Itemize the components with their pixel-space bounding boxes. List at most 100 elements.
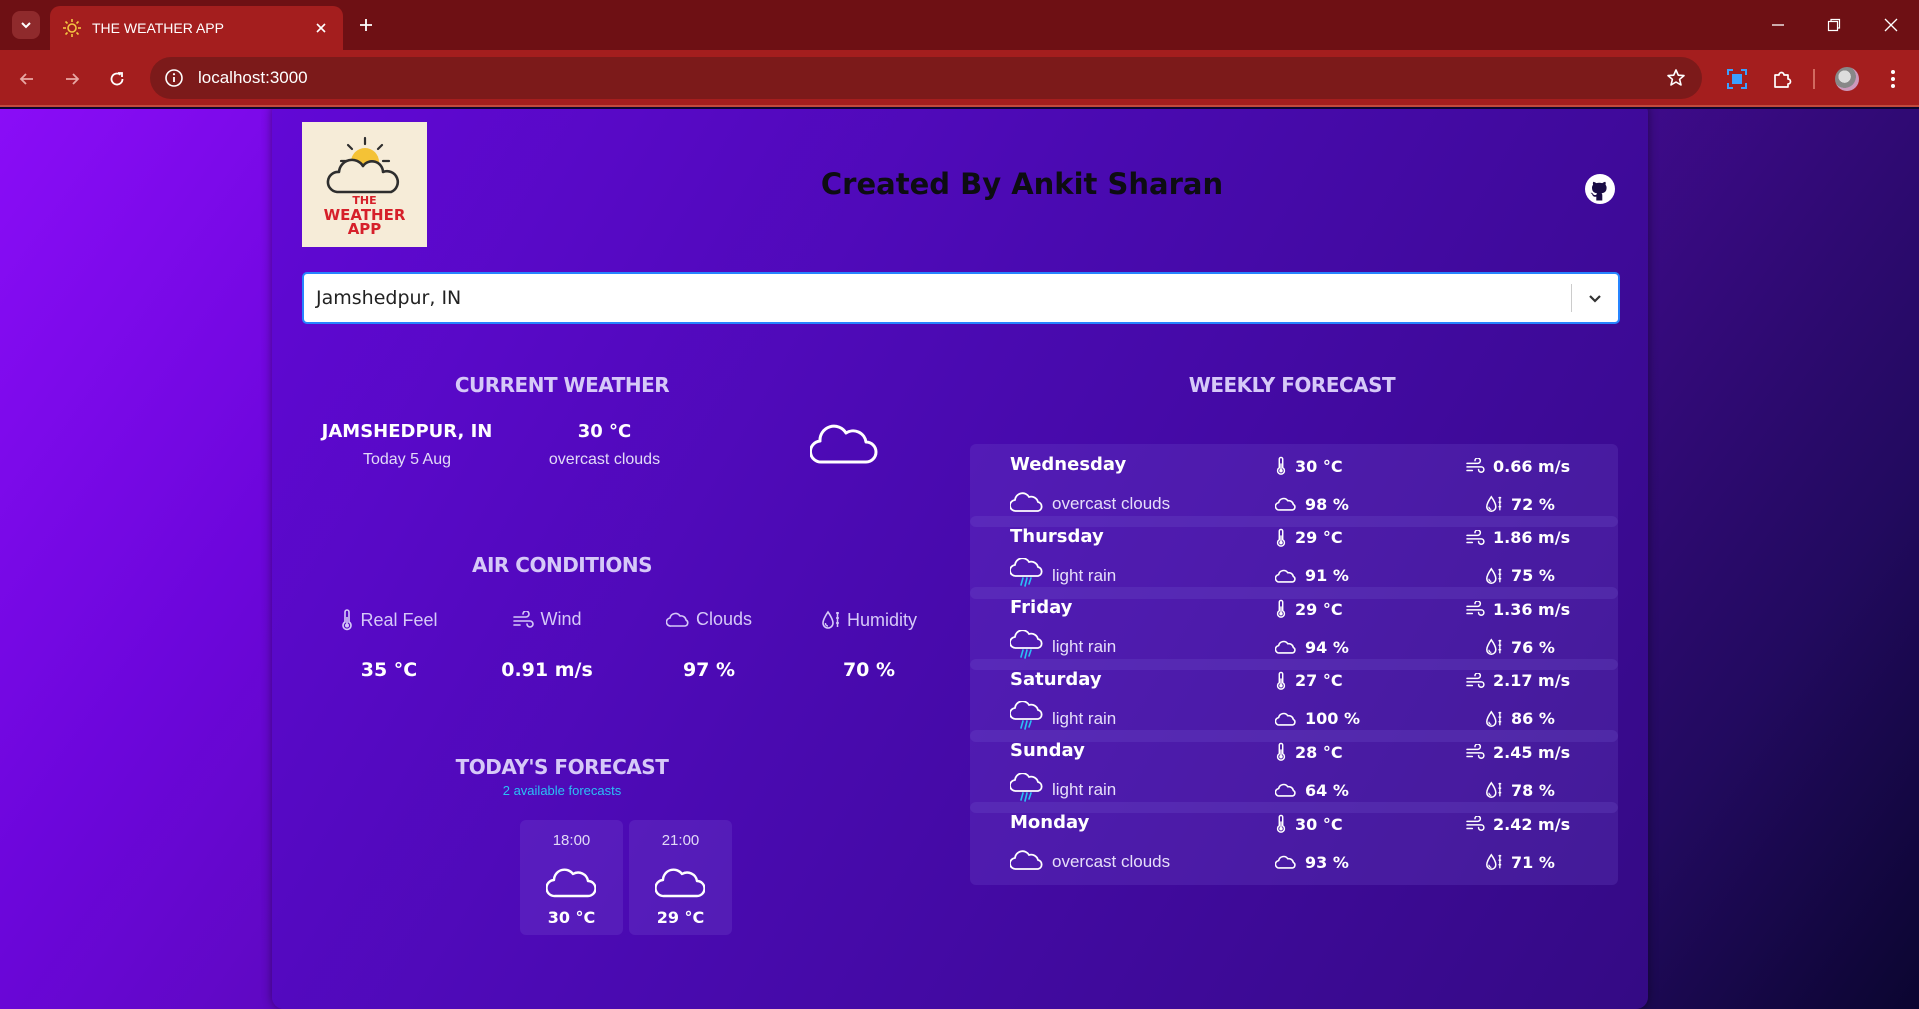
- clouds-label: Clouds: [695, 609, 753, 629]
- weather-card: THE WEATHER APP Created By Ankit Sharan …: [272, 109, 1648, 1009]
- air-item-wind: Wind: [472, 609, 622, 630]
- wind-icon: [1466, 672, 1485, 688]
- toolbar-divider: [1813, 69, 1815, 89]
- github-link[interactable]: [1584, 173, 1616, 205]
- forecast-wind: 2.45 m/s: [1465, 740, 1570, 764]
- wind-icon: [1466, 529, 1485, 545]
- forecast-wind-value: 2.42 m/s: [1493, 814, 1571, 834]
- forecast-wind-value: 2.17 m/s: [1493, 671, 1571, 691]
- hourly-temperature: 29 °C: [656, 908, 705, 927]
- current-description: overcast clouds: [548, 451, 661, 468]
- cloud-icon: [655, 862, 705, 900]
- forecast-condition: light rain: [1009, 700, 1116, 733]
- restore-icon: [1827, 18, 1841, 32]
- forecast-temp: 30 °C: [1275, 454, 1343, 478]
- forecast-temp-value: 30 °C: [1295, 456, 1343, 476]
- forecast-condition: light rain: [1009, 772, 1117, 804]
- site-info-icon[interactable]: [164, 68, 184, 88]
- thermometer-icon: [1276, 743, 1286, 762]
- current-city: JAMSHEDPUR, IN: [321, 421, 493, 442]
- forecast-condition: light rain: [1009, 557, 1116, 590]
- humidity-icon: [1486, 710, 1502, 727]
- bookmark-star-icon[interactable]: [1666, 68, 1686, 88]
- profile-avatar[interactable]: [1834, 66, 1860, 92]
- forecast-wind: 2.17 m/s: [1465, 669, 1570, 693]
- tab-search-button[interactable]: [12, 11, 40, 39]
- humidity-icon: [822, 610, 839, 629]
- chevron-down-icon: [21, 22, 31, 29]
- forecast-description: overcast clouds: [1052, 494, 1171, 513]
- wind-icon: [1466, 744, 1485, 760]
- clouds-value: 97 %: [682, 659, 736, 681]
- cloud-icon: [1009, 490, 1044, 519]
- current-date: Today 5 Aug: [362, 451, 452, 468]
- creator-heading: Created By Ankit Sharan: [820, 167, 1224, 201]
- weekly-forecast-row: Monday overcast clouds 30 °C 93 % 2.42 m…: [970, 802, 1618, 885]
- hourly-time: 18:00: [552, 832, 591, 849]
- forecast-clouds: 98 %: [1275, 492, 1349, 516]
- forecast-wind-value: 2.45 m/s: [1493, 742, 1571, 762]
- arrow-right-icon: [66, 73, 80, 85]
- forecast-humidity-value: 72 %: [1511, 494, 1555, 514]
- forecast-day-name: Sunday: [1010, 740, 1085, 762]
- browser-tab[interactable]: THE WEATHER APP: [50, 6, 343, 50]
- kebab-menu-icon: [1891, 70, 1895, 88]
- forecast-humidity: 86 %: [1485, 707, 1555, 731]
- forecast-day-name: Wednesday: [1010, 454, 1127, 475]
- chevron-down-icon: [1589, 295, 1601, 303]
- hourly-temperature: 30 °C: [547, 908, 596, 927]
- thermometer-icon: [1276, 528, 1286, 547]
- restore-button[interactable]: [1819, 10, 1849, 40]
- cloud-icon: [1275, 712, 1296, 726]
- url-text: localhost:3000: [198, 68, 308, 87]
- city-search-input[interactable]: Jamshedpur, IN: [304, 287, 1571, 309]
- forecast-clouds: 94 %: [1275, 635, 1349, 659]
- forecast-temp-value: 28 °C: [1295, 742, 1343, 762]
- close-window-button[interactable]: [1876, 10, 1906, 40]
- reload-button[interactable]: [102, 64, 132, 94]
- sun-favicon-icon: [62, 18, 82, 38]
- cloud-icon: [1009, 848, 1044, 877]
- forecast-clouds-value: 100 %: [1305, 709, 1360, 729]
- forecast-wind: 1.86 m/s: [1465, 526, 1570, 550]
- extensions-puzzle-icon[interactable]: [1769, 66, 1795, 92]
- humidity-icon: [1486, 638, 1502, 656]
- new-tab-button[interactable]: [352, 11, 380, 39]
- page-background: THE WEATHER APP Created By Ankit Sharan …: [0, 109, 1919, 1009]
- air-item-humidity: Humidity: [794, 609, 944, 631]
- address-bar[interactable]: localhost:3000: [150, 57, 1702, 99]
- browser-menu-button[interactable]: [1880, 66, 1906, 92]
- logo-text: THE WEATHER APP: [324, 194, 406, 238]
- weekly-forecast-row: Saturday light rain 27 °C 100 % 2.17 m/s…: [970, 658, 1618, 742]
- forecast-temp-value: 30 °C: [1295, 814, 1343, 834]
- city-search-select[interactable]: Jamshedpur, IN: [302, 272, 1620, 324]
- back-button[interactable]: [12, 64, 42, 94]
- forward-button[interactable]: [57, 64, 87, 94]
- air-conditions-title: AIR CONDITIONS: [472, 553, 652, 577]
- thermometer-icon: [1276, 599, 1286, 619]
- select-dropdown-button[interactable]: [1572, 274, 1618, 322]
- minimize-button[interactable]: [1763, 10, 1793, 40]
- thermometer-icon: [342, 609, 353, 631]
- forecast-clouds-value: 91 %: [1305, 566, 1349, 586]
- forecast-clouds: 64 %: [1275, 778, 1349, 802]
- forecast-humidity: 71 %: [1485, 850, 1555, 874]
- forecast-temp: 29 °C: [1275, 526, 1343, 550]
- screenshot-extension-icon[interactable]: [1724, 66, 1750, 92]
- logo-line-app: APP: [347, 219, 382, 238]
- forecast-clouds: 100 %: [1275, 707, 1360, 731]
- forecast-humidity: 76 %: [1485, 635, 1555, 659]
- forecast-temp: 30 °C: [1275, 812, 1343, 836]
- wind-label: Wind: [540, 609, 582, 629]
- forecast-humidity: 75 %: [1485, 564, 1555, 588]
- tab-close-button[interactable]: [311, 18, 331, 38]
- forecast-description: light rain: [1052, 780, 1117, 800]
- forecast-temp: 27 °C: [1275, 669, 1343, 693]
- hourly-time: 21:00: [661, 832, 700, 849]
- thermometer-icon: [1276, 456, 1286, 475]
- plus-icon: [360, 19, 372, 31]
- cloud-icon: [1275, 784, 1296, 798]
- cloud-icon: [1275, 855, 1296, 869]
- forecast-clouds: 91 %: [1275, 564, 1349, 588]
- close-icon: [1884, 18, 1898, 32]
